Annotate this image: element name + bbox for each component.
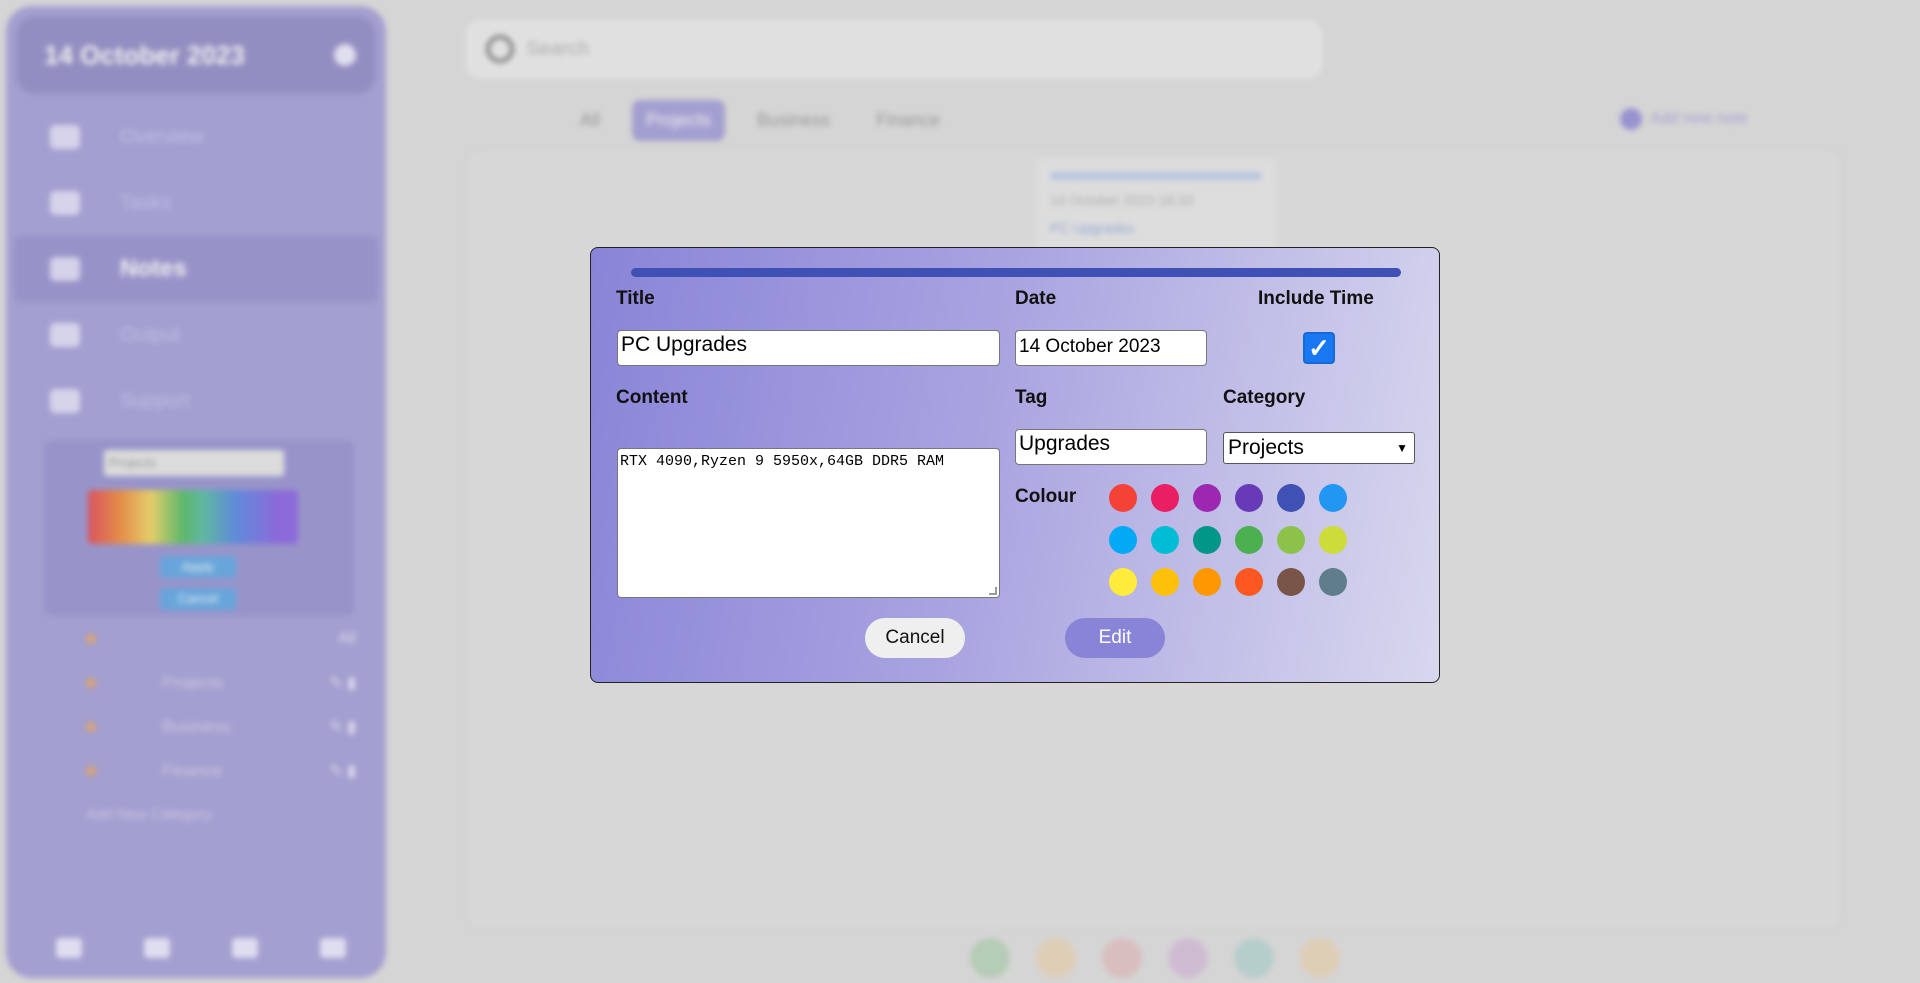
colour-swatch[interactable] — [1277, 484, 1305, 512]
checkmark-icon: ✓ — [1308, 332, 1330, 363]
colour-swatch[interactable] — [1151, 484, 1179, 512]
edit-button[interactable]: Edit — [1065, 618, 1165, 658]
colour-swatch[interactable] — [1319, 484, 1347, 512]
colour-swatch[interactable] — [1319, 526, 1347, 554]
content-label: Content — [616, 387, 688, 408]
include-time-checkbox[interactable]: ✓ — [1303, 332, 1335, 364]
colour-swatch[interactable] — [1235, 526, 1263, 554]
colour-swatch[interactable] — [1277, 526, 1305, 554]
colour-swatch[interactable] — [1151, 568, 1179, 596]
colour-swatch[interactable] — [1319, 568, 1347, 596]
cancel-button[interactable]: Cancel — [865, 618, 965, 658]
tag-input[interactable]: Upgrades — [1015, 429, 1207, 465]
colour-swatch[interactable] — [1193, 526, 1221, 554]
colour-swatch[interactable] — [1151, 526, 1179, 554]
colour-swatch[interactable] — [1109, 526, 1137, 554]
colour-swatch[interactable] — [1277, 568, 1305, 596]
colour-label: Colour — [1015, 486, 1077, 507]
note-colour-bar — [631, 268, 1401, 277]
title-input[interactable]: PC Upgrades — [617, 330, 1000, 366]
date-label: Date — [1015, 288, 1057, 309]
tag-label: Tag — [1015, 387, 1048, 408]
include-time-label: Include Time — [1258, 288, 1374, 309]
colour-swatch[interactable] — [1193, 568, 1221, 596]
category-label: Category — [1223, 387, 1306, 408]
colour-swatch[interactable] — [1193, 484, 1221, 512]
title-label: Title — [616, 288, 655, 309]
colour-swatches — [1109, 484, 1347, 596]
edit-note-dialog: Title Date Include Time PC Upgrades 14 O… — [590, 247, 1440, 683]
category-select-value: Projects — [1228, 436, 1304, 459]
content-textarea[interactable]: RTX 4090,Ryzen 9 5950x,64GB DDR5 RAM — [617, 448, 1000, 598]
colour-swatch[interactable] — [1109, 568, 1137, 596]
category-select[interactable]: Projects ▼ — [1223, 432, 1415, 464]
content-text: RTX 4090,Ryzen 9 5950x,64GB DDR5 RAM — [620, 453, 945, 470]
colour-swatch[interactable] — [1235, 568, 1263, 596]
chevron-down-icon: ▼ — [1396, 441, 1408, 455]
colour-swatch[interactable] — [1235, 484, 1263, 512]
resize-handle[interactable] — [989, 587, 997, 595]
date-input[interactable]: 14 October 2023 — [1015, 330, 1207, 366]
colour-swatch[interactable] — [1109, 484, 1137, 512]
